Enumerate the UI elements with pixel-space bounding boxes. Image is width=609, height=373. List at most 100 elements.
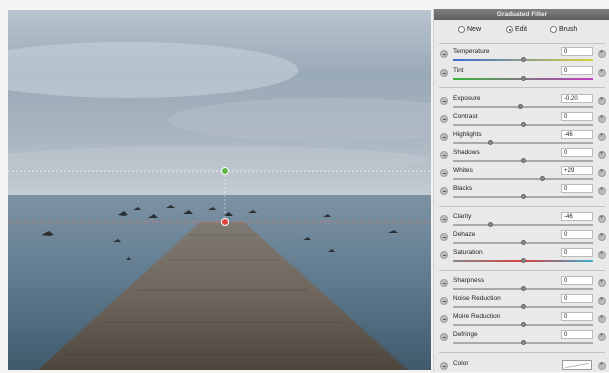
saturation-value-field[interactable]: 0 (561, 248, 593, 257)
decrease-contrast-button[interactable] (440, 115, 448, 123)
decrease-moire-reduction-button[interactable] (440, 315, 448, 323)
blacks-slider-knob[interactable] (520, 194, 526, 199)
increase-tint-button[interactable] (598, 68, 606, 77)
increase-exposure-button[interactable] (598, 96, 606, 105)
contrast-slider[interactable] (453, 122, 593, 127)
temperature-label: Temperature (453, 48, 490, 55)
sharpness-slider-knob[interactable] (520, 286, 526, 291)
color-swatch[interactable] (562, 360, 592, 370)
shadows-value-field[interactable]: 0 (561, 148, 593, 157)
saturation-slider[interactable] (453, 258, 593, 263)
decrease-noise-reduction-button[interactable] (440, 297, 448, 305)
increase-blacks-button[interactable] (598, 186, 606, 195)
defringe-slider[interactable] (453, 340, 593, 345)
noise-reduction-slider[interactable] (453, 304, 593, 309)
moire-reduction-slider[interactable] (453, 322, 593, 327)
slider-row-exposure: Exposure -0.20 (434, 94, 609, 112)
clarity-label: Clarity (453, 213, 472, 220)
divider (439, 270, 605, 271)
filter-top-pin[interactable] (221, 167, 229, 175)
whites-slider[interactable] (453, 176, 593, 181)
decrease-blacks-button[interactable] (440, 187, 448, 195)
sharpness-label: Sharpness (453, 277, 485, 284)
temperature-slider-knob[interactable] (520, 57, 526, 62)
decrease-sharpness-button[interactable] (440, 279, 448, 287)
mode-new-radio[interactable] (458, 26, 465, 33)
decrease-defringe-button[interactable] (440, 333, 448, 341)
slider-row-contrast: Contrast 0 (434, 112, 609, 130)
photo-canvas[interactable] (8, 10, 431, 370)
decrease-saturation-button[interactable] (440, 251, 448, 259)
color-picker-button[interactable] (598, 361, 606, 370)
tint-slider-knob[interactable] (520, 76, 526, 81)
exposure-value-field[interactable]: -0.20 (561, 94, 593, 103)
moire-reduction-slider-knob[interactable] (520, 322, 526, 327)
mode-edit-label: Edit (515, 26, 528, 33)
shadows-slider-knob[interactable] (520, 158, 526, 163)
saturation-slider-knob[interactable] (520, 258, 526, 263)
mode-edit[interactable]: Edit (506, 26, 527, 33)
highlights-value-field[interactable]: -46 (561, 130, 593, 139)
clarity-value-field[interactable]: -46 (561, 212, 593, 221)
color-reset-button[interactable] (440, 362, 448, 370)
contrast-slider-knob[interactable] (520, 122, 526, 127)
dehaze-slider[interactable] (453, 240, 593, 245)
sharpness-value-field[interactable]: 0 (561, 276, 593, 285)
mode-edit-radio[interactable] (506, 26, 513, 33)
increase-shadows-button[interactable] (598, 150, 606, 159)
filter-bottom-pin[interactable] (221, 218, 229, 226)
decrease-clarity-button[interactable] (440, 215, 448, 223)
decrease-whites-button[interactable] (440, 169, 448, 177)
temperature-value-field[interactable]: 0 (561, 47, 593, 56)
graduated-filter-panel: Graduated Filter New Edit Brush Temperat… (433, 9, 609, 372)
defringe-value-field[interactable]: 0 (561, 330, 593, 339)
tint-slider[interactable] (453, 76, 593, 81)
decrease-exposure-button[interactable] (440, 97, 448, 105)
whites-slider-knob[interactable] (540, 176, 546, 181)
decrease-temperature-button[interactable] (440, 50, 448, 58)
noise-reduction-slider-knob[interactable] (520, 304, 526, 309)
mode-brush[interactable]: Brush (550, 26, 577, 33)
dehaze-value-field[interactable]: 0 (561, 230, 593, 239)
increase-clarity-button[interactable] (598, 214, 606, 223)
clarity-slider-knob[interactable] (488, 222, 494, 227)
increase-highlights-button[interactable] (598, 132, 606, 141)
decrease-tint-button[interactable] (440, 69, 448, 77)
blacks-slider[interactable] (453, 194, 593, 199)
divider (439, 352, 605, 353)
increase-moire-reduction-button[interactable] (598, 314, 606, 323)
noise-reduction-value-field[interactable]: 0 (561, 294, 593, 303)
shadows-slider[interactable] (453, 158, 593, 163)
increase-saturation-button[interactable] (598, 250, 606, 259)
mode-new[interactable]: New (458, 26, 481, 33)
decrease-highlights-button[interactable] (440, 133, 448, 141)
contrast-value-field[interactable]: 0 (561, 112, 593, 121)
defringe-label: Defringe (453, 331, 478, 338)
increase-sharpness-button[interactable] (598, 278, 606, 287)
exposure-slider[interactable] (453, 104, 593, 109)
temperature-slider[interactable] (453, 57, 593, 62)
whites-value-field[interactable]: +29 (561, 166, 593, 175)
increase-defringe-button[interactable] (598, 332, 606, 341)
tint-value-field[interactable]: 0 (561, 66, 593, 75)
moire-reduction-value-field[interactable]: 0 (561, 312, 593, 321)
clarity-slider[interactable] (453, 222, 593, 227)
increase-dehaze-button[interactable] (598, 232, 606, 241)
exposure-slider-knob[interactable] (517, 104, 523, 109)
decrease-dehaze-button[interactable] (440, 233, 448, 241)
dehaze-slider-knob[interactable] (520, 240, 526, 245)
highlights-slider[interactable] (453, 140, 593, 145)
decrease-shadows-button[interactable] (440, 151, 448, 159)
increase-noise-reduction-button[interactable] (598, 296, 606, 305)
highlights-slider-knob[interactable] (488, 140, 494, 145)
slider-row-sharpness: Sharpness 0 (434, 276, 609, 294)
blacks-value-field[interactable]: 0 (561, 184, 593, 193)
increase-contrast-button[interactable] (598, 114, 606, 123)
sharpness-slider[interactable] (453, 286, 593, 291)
mode-brush-radio[interactable] (550, 26, 557, 33)
mode-brush-label: Brush (559, 26, 578, 33)
increase-temperature-button[interactable] (598, 49, 606, 58)
photo-image (8, 10, 431, 370)
defringe-slider-knob[interactable] (520, 340, 526, 345)
increase-whites-button[interactable] (598, 168, 606, 177)
